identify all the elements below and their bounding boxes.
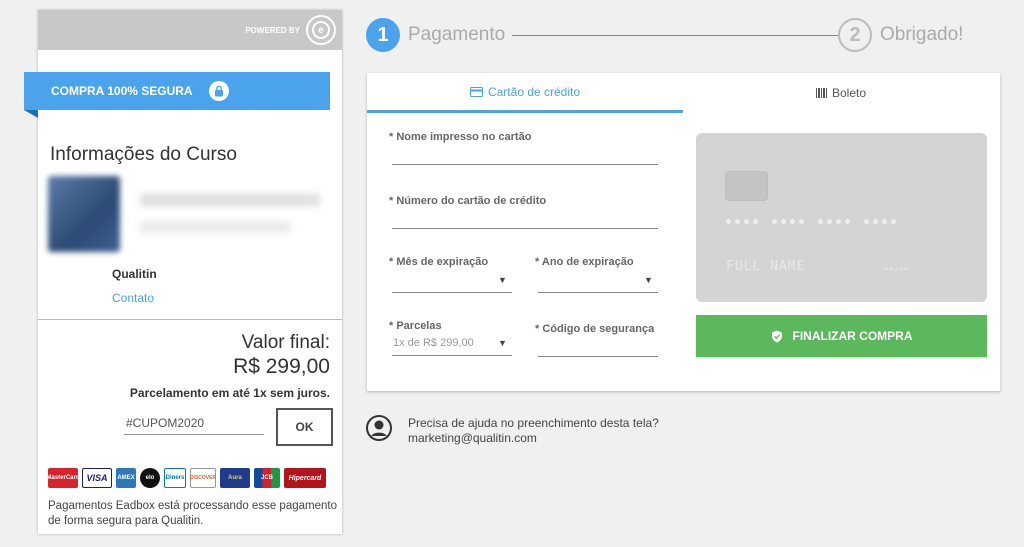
card-name-input[interactable] (392, 164, 658, 165)
finalize-purchase-button[interactable]: FINALIZAR COMPRA (696, 315, 987, 357)
apply-coupon-button[interactable]: OK (276, 408, 333, 446)
course-section-title: Informações do Curso (50, 144, 237, 165)
tab-boleto[interactable]: Boleto (683, 73, 999, 113)
card-number-input[interactable] (392, 228, 658, 229)
coupon-input[interactable] (124, 411, 264, 435)
final-value-label: Valor final: (241, 332, 330, 353)
amex-icon: AMEX (116, 468, 136, 488)
chevron-down-icon[interactable]: ▼ (498, 338, 507, 348)
installments-select-value[interactable]: 1x de R$ 299,00 (393, 337, 474, 349)
exp-year-label: * Ano de expiração (535, 256, 634, 268)
card-brand-logos: MasterCard VISA AMEX elo Diners DISCOVER… (47, 468, 326, 488)
card-number-preview (726, 219, 896, 224)
course-thumbnail (48, 176, 120, 252)
step-label: Obrigado! (880, 24, 964, 45)
hipercard-icon: Hipercard (284, 468, 326, 488)
contact-link[interactable]: Contato (112, 291, 154, 305)
exp-month-select[interactable] (392, 292, 512, 293)
tab-credit-card[interactable]: Cartão de crédito (367, 73, 683, 113)
security-code-input[interactable] (538, 356, 658, 357)
powered-by-bar: POWERED BY e (38, 10, 342, 50)
installments-label: * Parcelas (389, 320, 442, 332)
step-number: 1 (366, 18, 400, 52)
final-value-amount: R$ 299,00 (233, 355, 330, 378)
elo-icon: elo (140, 468, 160, 488)
help-question: Precisa de ajuda no preenchimento desta … (408, 416, 659, 430)
divider (38, 319, 342, 320)
discover-icon: DISCOVER (190, 468, 216, 488)
jcb-icon: JCB (254, 468, 280, 488)
powered-by-label: POWERED BY (245, 25, 300, 35)
secure-purchase-ribbon: COMPRA 100% SEGURA (24, 72, 330, 110)
tab-label: Cartão de crédito (487, 84, 581, 99)
lock-icon (208, 81, 229, 101)
course-name-blurred (140, 194, 320, 206)
step-number: 2 (838, 18, 872, 52)
diners-icon: Diners (164, 468, 186, 488)
barcode-icon (815, 88, 827, 98)
secure-purchase-label: COMPRA 100% SEGURA (51, 84, 193, 98)
credit-card-icon (469, 86, 483, 97)
visa-icon: VISA (82, 468, 112, 488)
credit-card-preview: FULL NAME **/** (696, 133, 987, 302)
exp-month-label: * Mês de expiração (389, 256, 489, 268)
card-number-label: * Número do cartão de crédito (389, 195, 547, 207)
eadbox-logo-icon: e (306, 15, 336, 45)
step-label: Pagamento (408, 24, 506, 45)
payment-method-tabs: Cartão de crédito Boleto (367, 73, 1000, 113)
payment-form-panel: Cartão de crédito Boleto * Nome impresso… (367, 73, 1000, 391)
card-name-label: * Nome impresso no cartão (389, 131, 532, 143)
processing-note: Pagamentos Eadbox está processando esse … (48, 500, 337, 527)
chevron-down-icon[interactable]: ▼ (498, 275, 507, 285)
exp-year-select[interactable] (538, 292, 658, 293)
step-payment: 1 Pagamento (366, 18, 505, 52)
aura-icon: Aura (220, 468, 250, 488)
user-avatar-icon (366, 415, 392, 441)
card-expiry-preview: **/** (884, 266, 909, 275)
installments-note: Parcelamento em até 1x sem juros. (129, 386, 330, 400)
tab-label: Boleto (831, 86, 867, 100)
finalize-purchase-label: FINALIZAR COMPRA (792, 329, 913, 343)
security-code-label: * Código de segurança (535, 323, 655, 335)
organization-name: Qualitin (112, 267, 157, 281)
help-text: Precisa de ajuda no preenchimento desta … (408, 416, 659, 446)
ribbon-fold (24, 110, 38, 118)
mastercard-icon: MasterCard (47, 468, 80, 488)
course-subtitle-blurred (140, 222, 290, 232)
card-chip-icon (725, 171, 768, 201)
help-email: marketing@qualitin.com (408, 431, 537, 445)
card-holder-preview: FULL NAME (726, 259, 806, 274)
shield-check-icon (771, 330, 783, 343)
step-connector (512, 35, 838, 36)
step-thanks: 2 Obrigado! (838, 18, 963, 52)
chevron-down-icon[interactable]: ▼ (644, 275, 653, 285)
installments-select[interactable] (392, 355, 512, 356)
